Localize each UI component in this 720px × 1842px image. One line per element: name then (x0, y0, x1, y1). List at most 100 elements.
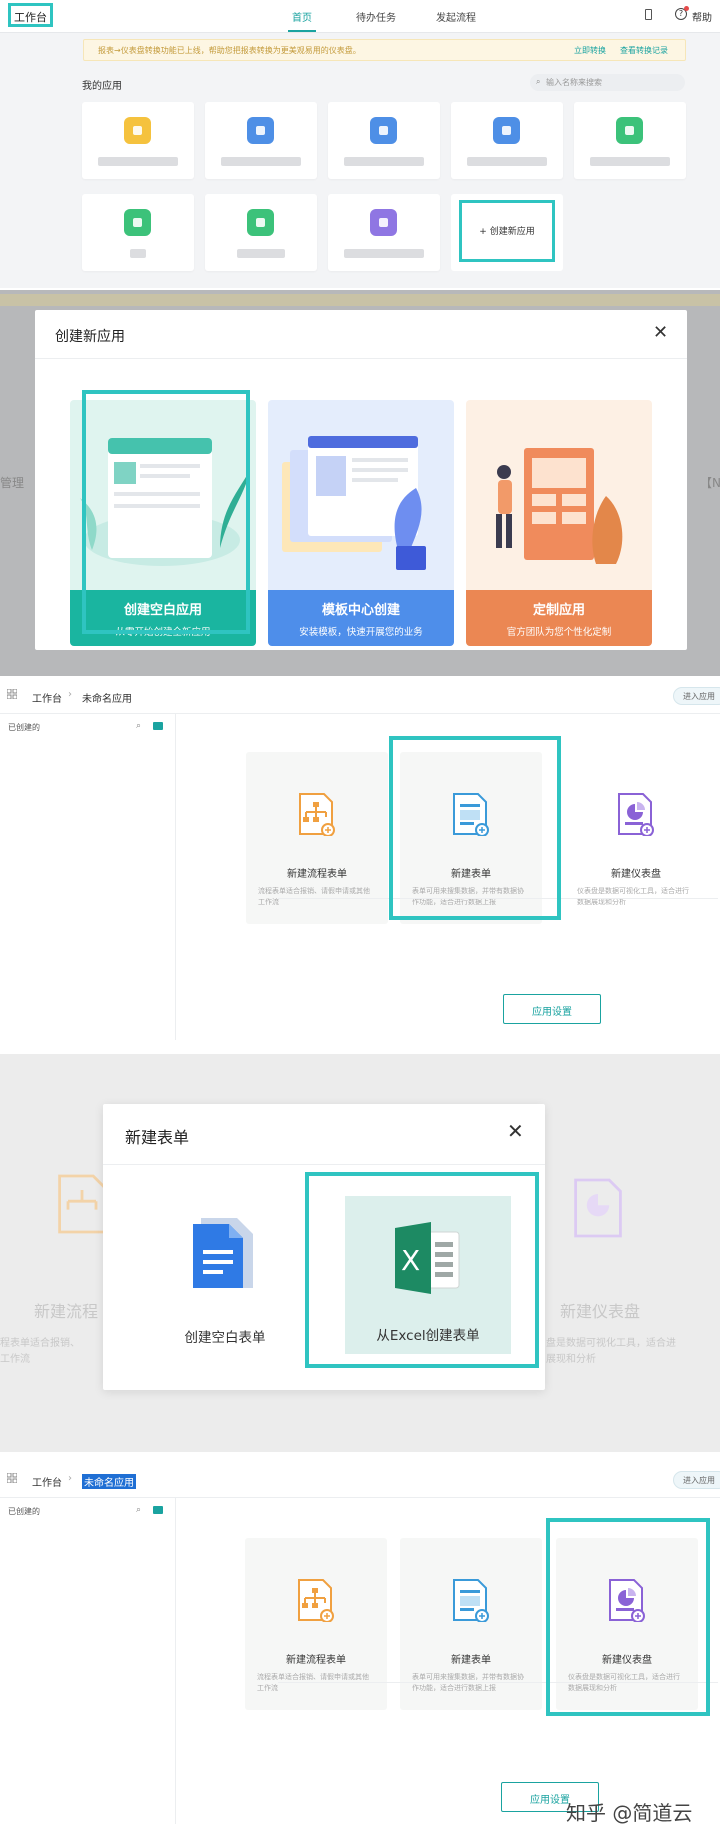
app-search-input[interactable]: ⌕ 输入名称来搜索 (530, 74, 685, 91)
nav-todo[interactable]: 待办任务 (356, 9, 396, 24)
close-icon[interactable]: ✕ (653, 322, 668, 343)
option-blank-app[interactable]: 创建空白应用 从零开始创建全新应用 (70, 400, 256, 646)
mobile-icon[interactable] (645, 9, 652, 20)
breadcrumb-workbench[interactable]: 工作台 (32, 1474, 62, 1489)
app-database-icon (247, 209, 274, 236)
card-desc: 流程表单适合报销、请假申请或其他工作流 (257, 1673, 369, 1692)
section-divider (278, 1682, 718, 1683)
card-title: 新建流程表单 (286, 1655, 346, 1666)
template-illustration (282, 436, 426, 570)
option-custom-title: 定制应用 (532, 603, 585, 618)
new-folder-icon[interactable] (153, 1506, 163, 1514)
card-desc: 仪表盘是数据可视化工具，适合进行数据展现和分析 (577, 887, 689, 906)
option-template-bar: 模板中心创建 安装模板，快速开展您的业务 (268, 590, 454, 646)
app-folder-icon (616, 117, 643, 144)
create-app-modal-panel: 管理 【N 创建新应用 ✕ 创建空白应用 从零开始创建全新应用 模板中心创建 安… (0, 290, 720, 676)
app-card[interactable] (328, 194, 440, 271)
app-card[interactable] (451, 102, 563, 179)
option-blank-form-label: 创建空白表单 (184, 1330, 266, 1346)
breadcrumb-workbench[interactable]: 工作台 (32, 690, 62, 705)
flow-form-icon (299, 793, 335, 836)
app-name-blurred (237, 249, 285, 258)
create-app-button[interactable]: + 创建新应用 (451, 194, 563, 271)
option-custom-app[interactable]: 定制应用 官方团队为您个性化定制 (466, 400, 652, 646)
app-name-blurred (590, 157, 670, 166)
backdrop-text-left: 管理 (0, 476, 25, 490)
app-folder-icon (370, 117, 397, 144)
option-blank-app-bar: 创建空白应用 从零开始创建全新应用 (70, 590, 256, 646)
flow-form-icon (298, 1579, 334, 1622)
app-card[interactable] (328, 102, 440, 179)
ghost-dashboard-desc: 盘是数据可视化工具，适合进 展现和分析 (546, 1338, 676, 1365)
backdrop-text-right: 【N (700, 476, 720, 490)
backdrop-banner (0, 294, 720, 306)
app-settings-button[interactable]: 应用设置 (503, 994, 601, 1024)
app-card[interactable] (82, 102, 194, 179)
help-label[interactable]: 帮助 (692, 9, 712, 24)
new-form-card[interactable]: 新建表单 表单可用来搜集数据，并带有数据协作功能，适合进行数据上报 (400, 1538, 542, 1710)
app-card[interactable] (205, 102, 317, 179)
zhihu-watermark: 知乎 @简道云 (566, 1801, 693, 1825)
builder-header: 工作台 › 未命名应用 进入应用 (0, 1462, 720, 1498)
new-dashboard-card[interactable]: 新建仪表盘 仪表盘是数据可视化工具，适合进行数据展现和分析 (556, 1538, 698, 1710)
nav-home[interactable]: 首页 (292, 9, 312, 24)
nav-active-indicator (288, 30, 316, 32)
card-desc: 表单可用来搜集数据，并带有数据协作功能，适合进行数据上报 (412, 1673, 524, 1692)
new-form-dialog: 新建表单 ✕ 创建空白表单 X 从Excel创建表单 (103, 1104, 545, 1390)
enter-app-button[interactable]: 进入应用 (673, 687, 720, 705)
dashboard-icon (609, 1579, 645, 1622)
grid-icon[interactable] (7, 689, 17, 699)
app-name-blurred (130, 249, 146, 258)
enter-app-button[interactable]: 进入应用 (673, 1471, 720, 1489)
search-icon[interactable]: ⌕ (136, 721, 141, 731)
flow-form-icon-faded (58, 1174, 106, 1234)
svg-text:X: X (401, 1244, 420, 1277)
nav-start-flow[interactable]: 发起流程 (436, 9, 476, 24)
notice-history-link[interactable]: 查看转换记录 (620, 45, 668, 56)
app-name-blurred (221, 157, 301, 166)
new-folder-icon[interactable] (153, 722, 163, 730)
card-title: 新建仪表盘 (611, 869, 661, 880)
notice-convert-link[interactable]: 立即转换 (574, 45, 606, 56)
dashboard-icon (618, 793, 654, 836)
search-icon[interactable]: ⌕ (136, 1505, 141, 1515)
top-nav-bar: 工作台 首页 待办任务 发起流程 ? 帮助 (0, 0, 720, 33)
created-list-label: 已创建的 (8, 723, 40, 732)
blank-form-icon (193, 1218, 253, 1288)
breadcrumb-app-name[interactable]: 未命名应用 (82, 690, 132, 705)
app-card[interactable] (82, 194, 194, 271)
app-folder-icon (124, 117, 151, 144)
chevron-right-icon: › (68, 1473, 72, 1484)
card-desc: 表单可用来搜集数据，并带有数据协作功能，适合进行数据上报 (412, 887, 524, 906)
card-desc: 仪表盘是数据可视化工具，适合进行数据展现和分析 (568, 1673, 680, 1692)
excel-icon: X (395, 1222, 460, 1294)
blank-app-illustration (80, 438, 250, 566)
ghost-flow-desc: 程表单适合报销、 工作流 (0, 1338, 80, 1365)
app-database-icon (370, 209, 397, 236)
breadcrumb-app-name-selected[interactable]: 未命名应用 (82, 1474, 136, 1489)
app-card[interactable] (574, 102, 686, 179)
grid-icon[interactable] (7, 1473, 17, 1483)
option-excel-form[interactable]: X 从Excel创建表单 (345, 1196, 511, 1354)
app-card[interactable] (205, 194, 317, 271)
option-template-center[interactable]: 模板中心创建 安装模板，快速开展您的业务 (268, 400, 454, 646)
app-name-blurred (467, 157, 547, 166)
ghost-flow-title: 新建流程 (34, 1302, 99, 1321)
notice-text: 报表→仪表盘转换功能已上线，帮助您把报表转换为更美观易用的仪表盘。 (98, 46, 361, 55)
notification-dot (684, 6, 689, 11)
app-name-blurred (344, 157, 424, 166)
form-icon (453, 793, 489, 836)
search-icon: ⌕ (536, 77, 541, 86)
section-divider (278, 898, 718, 899)
card-desc: 流程表单适合报销、请假申请或其他工作流 (258, 887, 370, 906)
option-template-title: 模板中心创建 (321, 603, 400, 618)
card-title: 新建仪表盘 (602, 1655, 652, 1666)
new-flow-form-card[interactable]: 新建流程表单 流程表单适合报销、请假申请或其他工作流 (245, 1538, 387, 1710)
workbench-logo[interactable]: 工作台 (14, 9, 47, 25)
option-blank-form[interactable]: 创建空白表单 (155, 1212, 295, 1362)
card-title: 新建流程表单 (287, 869, 347, 880)
new-form-modal-panel: 新建流程 程表单适合报销、 工作流 新建仪表盘 盘是数据可视化工具，适合进 展现… (0, 1054, 720, 1452)
my-apps-heading: 我的应用 (82, 81, 122, 92)
close-icon[interactable]: ✕ (507, 1119, 524, 1143)
notice-banner: 报表→仪表盘转换功能已上线，帮助您把报表转换为更美观易用的仪表盘。 立即转换 查… (83, 39, 686, 61)
